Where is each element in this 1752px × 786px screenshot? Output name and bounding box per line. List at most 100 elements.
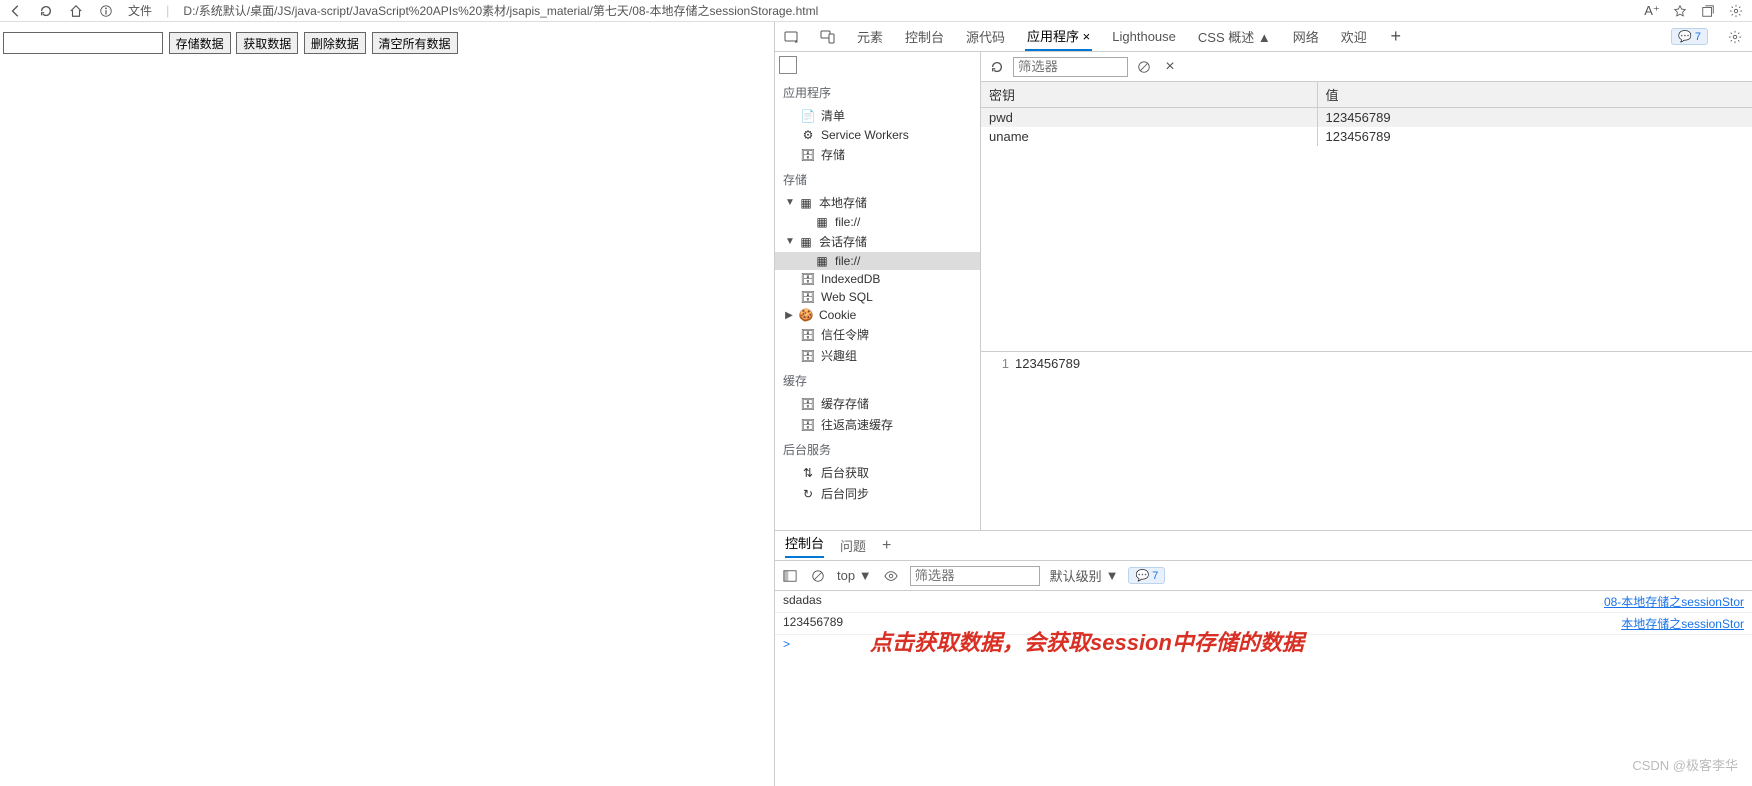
tab-welcome[interactable]: 欢迎 <box>1339 23 1369 50</box>
device-icon[interactable] <box>819 28 837 46</box>
db-icon: 🗄 <box>801 290 815 304</box>
cookie-item[interactable]: ▶🍪Cookie <box>775 306 980 324</box>
plus-icon[interactable]: + <box>1387 28 1405 46</box>
cookie-icon: 🍪 <box>799 308 813 322</box>
swap-icon: ⇅ <box>801 466 815 480</box>
interest-groups-item[interactable]: 🗄兴趣组 <box>775 345 980 366</box>
log-level-selector[interactable]: 默认级别 ▼ <box>1050 566 1119 585</box>
grid-icon: ▦ <box>815 254 829 268</box>
db-icon: 🗄 <box>801 328 815 342</box>
devtools-tabstrip: 元素 控制台 源代码 应用程序 × Lighthouse CSS 概述 ▲ 网络… <box>775 22 1752 52</box>
chevron-right-icon: ▶ <box>785 310 793 321</box>
clear-console-icon[interactable] <box>809 567 827 585</box>
bfcache-item[interactable]: 🗄往返高速缓存 <box>775 414 980 435</box>
storage-filter-input[interactable] <box>1013 57 1128 77</box>
console-row[interactable]: sdadas08-本地存储之sessionStor <box>775 591 1752 613</box>
db-icon: 🗄 <box>801 397 815 411</box>
file-icon: 📄 <box>801 109 815 123</box>
tab-console[interactable]: 控制台 <box>903 23 946 50</box>
url-prefix: 文件 <box>128 2 152 19</box>
application-sidebar: 应用程序 📄清单 ⚙Service Workers 🗄存储 存储 ▼▦本地存储 … <box>775 52 981 530</box>
watermark: CSDN @极客李华 <box>1632 755 1738 774</box>
chevron-down-icon: ▼ <box>785 197 793 208</box>
clear-button[interactable]: 清空所有数据 <box>372 32 458 54</box>
issues-badge[interactable]: 💬 7 <box>1671 28 1708 45</box>
manifest-item[interactable]: 📄清单 <box>775 105 980 126</box>
refresh-icon[interactable] <box>987 57 1007 77</box>
table-row[interactable]: uname123456789 <box>981 127 1752 146</box>
console-filter-input[interactable] <box>910 566 1040 586</box>
source-link[interactable]: 08-本地存储之sessionStor <box>1604 593 1744 610</box>
info-icon[interactable] <box>98 3 114 19</box>
local-storage-item[interactable]: ▼▦本地存储 <box>775 192 980 213</box>
collections-icon[interactable] <box>1700 3 1716 19</box>
console-issue-badge[interactable]: 💬 7 <box>1128 567 1165 584</box>
home-icon[interactable] <box>68 3 84 19</box>
devtools: 元素 控制台 源代码 应用程序 × Lighthouse CSS 概述 ▲ 网络… <box>775 22 1752 786</box>
read-aloud-icon[interactable]: A⁺ <box>1644 3 1660 19</box>
tab-sources[interactable]: 源代码 <box>964 23 1007 50</box>
trust-tokens-item[interactable]: 🗄信任令牌 <box>775 324 980 345</box>
close-icon[interactable]: × <box>1160 57 1180 77</box>
refresh-icon[interactable] <box>38 3 54 19</box>
console-prompt[interactable]: > <box>775 635 1752 653</box>
group-application: 应用程序 <box>775 78 980 105</box>
console-output[interactable]: sdadas08-本地存储之sessionStor 123456789本地存储之… <box>775 591 1752 786</box>
context-selector[interactable]: top ▼ <box>837 568 872 583</box>
table-row[interactable]: pwd123456789 <box>981 108 1752 128</box>
sidebar-toggle-icon[interactable] <box>779 56 797 74</box>
tab-cssoverview[interactable]: CSS 概述 ▲ <box>1196 23 1273 50</box>
grid-icon: ▦ <box>815 215 829 229</box>
drawer-tab-issues[interactable]: 问题 <box>840 536 866 555</box>
inspect-icon[interactable] <box>783 28 801 46</box>
indexeddb-item[interactable]: 🗄IndexedDB <box>775 270 980 288</box>
delete-button[interactable]: 删除数据 <box>304 32 366 54</box>
source-link[interactable]: 本地存储之sessionStor <box>1621 615 1744 632</box>
session-storage-file[interactable]: ▦file:// <box>775 252 980 270</box>
tab-elements[interactable]: 元素 <box>855 23 885 50</box>
local-storage-file[interactable]: ▦file:// <box>775 213 980 231</box>
get-button[interactable]: 获取数据 <box>236 32 298 54</box>
storage-toolbar: × <box>981 52 1752 82</box>
drawer-tab-console[interactable]: 控制台 <box>785 533 824 558</box>
chevron-down-icon: ▼ <box>785 236 793 247</box>
storage-panel: × 密钥 值 pwd123456789 uname123456789 <box>981 52 1752 530</box>
db-icon: 🗄 <box>801 272 815 286</box>
storage-overview-item[interactable]: 🗄存储 <box>775 144 980 165</box>
eye-icon[interactable] <box>882 567 900 585</box>
tab-lighthouse[interactable]: Lighthouse <box>1110 25 1178 48</box>
session-storage-item[interactable]: ▼▦会话存储 <box>775 231 980 252</box>
bg-fetch-item[interactable]: ⇅后台获取 <box>775 462 980 483</box>
cache-storage-item[interactable]: 🗄缓存存储 <box>775 393 980 414</box>
tab-network[interactable]: 网络 <box>1291 23 1321 50</box>
db-icon: 🗄 <box>801 349 815 363</box>
settings-icon[interactable] <box>1728 3 1744 19</box>
console-row[interactable]: 123456789本地存储之sessionStor <box>775 613 1752 635</box>
back-icon[interactable] <box>8 3 24 19</box>
plus-icon[interactable]: + <box>882 537 891 555</box>
gear-icon[interactable] <box>1726 28 1744 46</box>
clear-icon[interactable] <box>1134 57 1154 77</box>
websql-item[interactable]: 🗄Web SQL <box>775 288 980 306</box>
group-storage: 存储 <box>775 165 980 192</box>
page-text-input[interactable] <box>3 32 163 54</box>
storage-detail: 1123456789 <box>981 352 1752 530</box>
console-toolbar: top ▼ 默认级别 ▼ 💬 7 <box>775 561 1752 591</box>
devtools-drawer: 控制台 问题 + top ▼ 默认级别 ▼ 💬 7 sdadas08-本地存储之… <box>775 530 1752 786</box>
col-key[interactable]: 密钥 <box>981 82 1317 108</box>
drawer-tabstrip: 控制台 问题 + <box>775 531 1752 561</box>
service-workers-item[interactable]: ⚙Service Workers <box>775 126 980 144</box>
storage-table[interactable]: 密钥 值 pwd123456789 uname123456789 <box>981 82 1752 352</box>
sidebar-toggle-icon[interactable] <box>781 567 799 585</box>
db-icon: 🗄 <box>801 418 815 432</box>
grid-icon: ▦ <box>799 196 813 210</box>
col-value[interactable]: 值 <box>1317 82 1752 108</box>
store-button[interactable]: 存储数据 <box>169 32 231 54</box>
favorite-icon[interactable] <box>1672 3 1688 19</box>
gear-icon: ⚙ <box>801 128 815 142</box>
address-bar[interactable]: D:/系统默认/桌面/JS/java-script/JavaScript%20A… <box>183 2 1630 19</box>
browser-toolbar: 文件 | D:/系统默认/桌面/JS/java-script/JavaScrip… <box>0 0 1752 22</box>
grid-icon: ▦ <box>799 235 813 249</box>
bg-sync-item[interactable]: ↻后台同步 <box>775 483 980 504</box>
tab-application[interactable]: 应用程序 × <box>1025 22 1092 51</box>
